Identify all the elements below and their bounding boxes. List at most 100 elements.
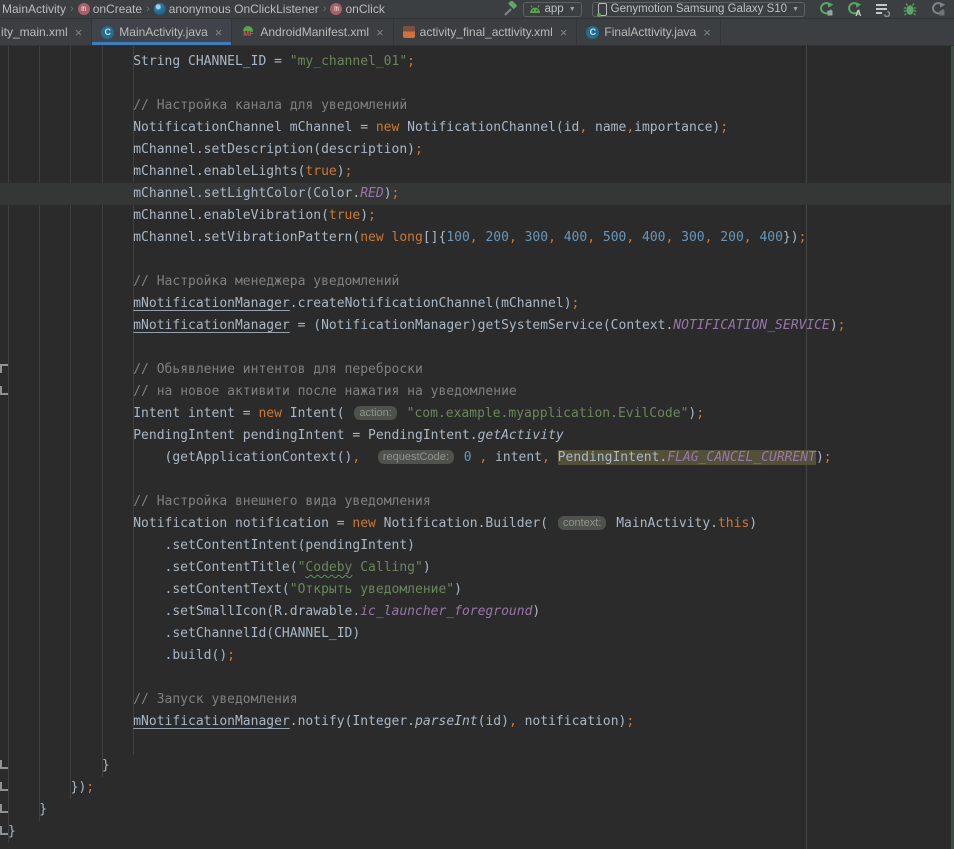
code-token: new xyxy=(258,406,281,421)
code-line[interactable]: Intent intent = new Intent( action: "com… xyxy=(0,403,954,425)
code-token: ; xyxy=(86,780,94,795)
code-line[interactable] xyxy=(0,733,954,755)
breadcrumb-item[interactable]: anonymous OnClickListener xyxy=(154,2,319,16)
code-line[interactable] xyxy=(0,337,954,359)
code-token: ; xyxy=(407,54,415,69)
breadcrumb: MainActivity›monCreate›anonymous OnClick… xyxy=(2,2,385,16)
editor-tab[interactable]: CFinalActtivity.java× xyxy=(577,19,720,45)
code-line[interactable]: .setContentText("Открыть уведомление") xyxy=(0,579,954,601)
editor-tab[interactable]: CMainActivity.java× xyxy=(92,19,232,45)
debug-icon[interactable] xyxy=(902,1,918,17)
breadcrumb-item[interactable]: monClick xyxy=(330,2,384,16)
code-token: new xyxy=(352,516,375,531)
code-token xyxy=(8,494,133,509)
code-token: ic_launcher_foreground xyxy=(360,604,532,619)
code-line[interactable]: // Настройка внешнего вида уведомления xyxy=(0,491,954,513)
code-line[interactable]: mChannel.enableLights(true); xyxy=(0,161,954,183)
code-line[interactable] xyxy=(0,73,954,95)
code-token xyxy=(456,450,464,465)
code-line[interactable]: mChannel.setVibrationPattern(new long[]{… xyxy=(0,227,954,249)
code-line-caret[interactable]: mChannel.setLightColor(Color.RED); xyxy=(0,183,954,205)
code-line[interactable]: .setSmallIcon(R.drawable.ic_launcher_for… xyxy=(0,601,954,623)
code-line[interactable]: mChannel.setDescription(description); xyxy=(0,139,954,161)
apply-code-changes-icon[interactable]: A xyxy=(846,1,862,17)
anonymous-class-icon xyxy=(154,3,166,15)
code-token xyxy=(517,230,525,245)
fold-marker-icon[interactable] xyxy=(0,386,8,395)
editor-tab[interactable]: MFAndroidManifest.xml× xyxy=(232,19,393,45)
code-line[interactable]: }); xyxy=(0,777,954,799)
device-select[interactable]: Genymotion Samsung Galaxy S10 ▼ xyxy=(592,2,805,17)
code-line[interactable] xyxy=(0,469,954,491)
code-line[interactable]: Notification notification = new Notifica… xyxy=(0,513,954,535)
code-line[interactable]: .setChannelId(CHANNEL_ID) xyxy=(0,623,954,645)
code-line[interactable]: // на новое активити после нажатия на ув… xyxy=(0,381,954,403)
code-token: ; xyxy=(415,142,423,157)
code-token: importance) xyxy=(634,120,720,135)
fold-marker-icon[interactable] xyxy=(0,782,8,791)
code-token: ; xyxy=(345,164,353,179)
code-token: , xyxy=(626,230,634,245)
breadcrumb-label: onClick xyxy=(345,2,384,16)
attach-debugger-icon[interactable] xyxy=(930,1,946,17)
breadcrumb-label: MainActivity xyxy=(2,2,66,16)
code-line[interactable]: mNotificationManager.notify(Integer.pars… xyxy=(0,711,954,733)
phone-icon xyxy=(598,3,607,16)
apply-changes-restart-icon[interactable] xyxy=(818,1,834,17)
code-token: ) xyxy=(337,164,345,179)
code-token: Calling" xyxy=(352,560,422,575)
build-hammer-icon[interactable] xyxy=(502,1,518,17)
code-line[interactable]: // Настройка менеджера уведомлений xyxy=(0,271,954,293)
code-line[interactable]: (getApplicationContext(), requestCode: 0… xyxy=(0,447,954,469)
code-token: mNotificationManager xyxy=(133,296,290,311)
code-token xyxy=(634,230,642,245)
run-configuration-select[interactable]: app ▼ xyxy=(523,2,582,17)
code-token: mNotificationManager xyxy=(133,318,290,333)
code-line[interactable]: mNotificationManager = (NotificationMana… xyxy=(0,315,954,337)
editor-tab[interactable]: activity_final_acttivity.xml × xyxy=(394,19,578,45)
code-line[interactable]: } xyxy=(0,755,954,777)
breadcrumb-item[interactable]: monCreate xyxy=(78,2,142,16)
code-token xyxy=(8,362,133,377)
code-token: .build() xyxy=(8,648,227,663)
code-line[interactable]: // Обьявление интентов для переброски xyxy=(0,359,954,381)
code-line[interactable]: String CHANNEL_ID = "my_channel_01"; xyxy=(0,51,954,73)
breadcrumb-item[interactable]: MainActivity xyxy=(2,2,66,16)
code-token: ; xyxy=(720,120,728,135)
tab-close-icon[interactable]: × xyxy=(560,26,568,39)
fold-marker-icon[interactable] xyxy=(0,804,8,813)
tab-label: FinalActtivity.java xyxy=(604,25,696,39)
code-token: .setContentTitle( xyxy=(8,560,298,575)
fold-marker-icon[interactable] xyxy=(0,760,8,769)
code-line[interactable]: // Запуск уведомления xyxy=(0,689,954,711)
fold-marker-icon[interactable] xyxy=(0,364,8,373)
tab-close-icon[interactable]: × xyxy=(75,26,83,39)
editor-tab[interactable]: ity_main.xml× xyxy=(0,19,92,45)
code-line[interactable]: .build(); xyxy=(0,645,954,667)
code-line[interactable]: } xyxy=(0,821,954,843)
code-line[interactable]: .setContentTitle("Codeby Calling") xyxy=(0,557,954,579)
java-class-icon: C xyxy=(101,26,114,39)
android-icon xyxy=(529,4,541,14)
code-token: ; xyxy=(392,186,400,201)
code-line[interactable]: } xyxy=(0,799,954,821)
code-line[interactable]: // Настройка канала для уведомлений xyxy=(0,95,954,117)
code-line[interactable]: NotificationChannel mChannel = new Notif… xyxy=(0,117,954,139)
layout-xml-file-icon xyxy=(403,26,415,38)
tab-close-icon[interactable]: × xyxy=(376,26,384,39)
tab-label: activity_final_acttivity.xml xyxy=(420,25,553,39)
code-token: // Настройка менеджера уведомлений xyxy=(133,274,399,289)
code-line[interactable] xyxy=(0,667,954,689)
code-token: "Открыть уведомление" xyxy=(290,582,454,597)
code-token: mChannel.setDescription(description) xyxy=(8,142,415,157)
fold-marker-icon[interactable] xyxy=(0,826,8,835)
code-line[interactable]: .setContentIntent(pendingIntent) xyxy=(0,535,954,557)
code-token: ; xyxy=(227,648,235,663)
code-line[interactable] xyxy=(0,249,954,271)
tab-close-icon[interactable]: × xyxy=(215,26,223,39)
code-line[interactable]: mChannel.enableVibration(true); xyxy=(0,205,954,227)
tab-close-icon[interactable]: × xyxy=(703,26,711,39)
code-line[interactable]: PendingIntent pendingIntent = PendingInt… xyxy=(0,425,954,447)
list-icon[interactable] xyxy=(874,1,890,17)
code-line[interactable]: mNotificationManager.createNotificationC… xyxy=(0,293,954,315)
